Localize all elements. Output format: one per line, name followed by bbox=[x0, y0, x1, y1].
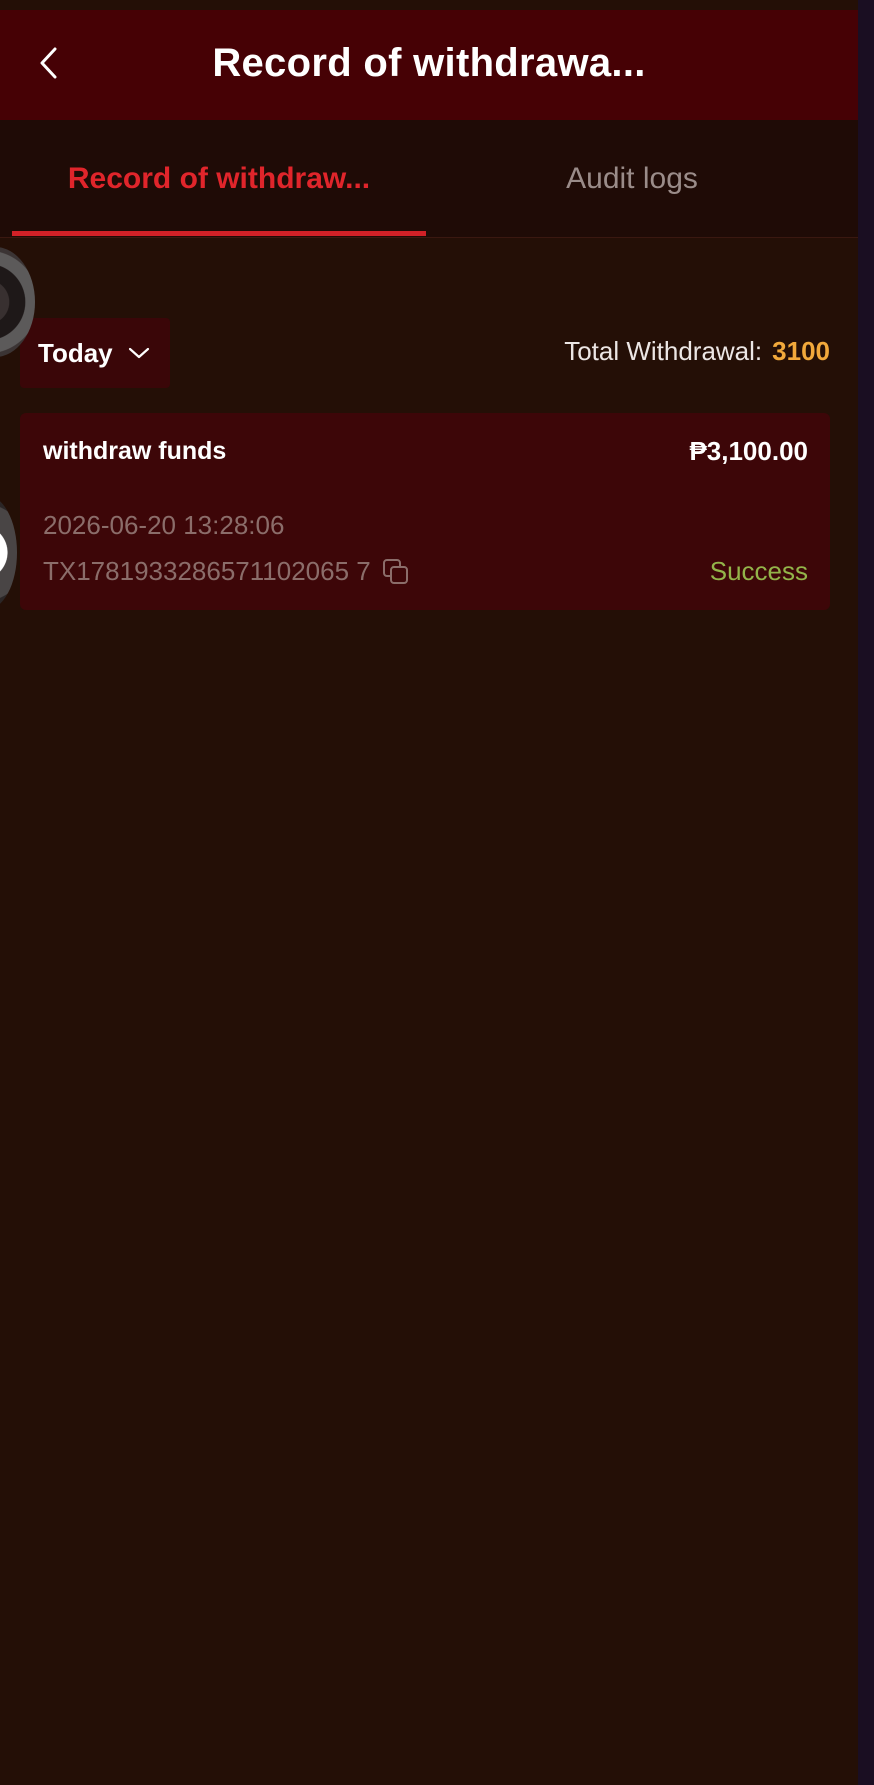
total-withdrawal-value: 3100 bbox=[772, 336, 830, 366]
date-filter-dropdown[interactable]: Today bbox=[20, 318, 170, 388]
date-filter-label: Today bbox=[38, 337, 113, 368]
transaction-id-text: TX1781933286571102065 7 bbox=[43, 556, 371, 586]
floating-action-ball[interactable] bbox=[0, 495, 17, 610]
total-withdrawal: Total Withdrawal: 3100 bbox=[564, 336, 830, 367]
record-status-badge: Success bbox=[709, 556, 808, 586]
tab-bar: Record of withdraw... Audit logs bbox=[0, 120, 858, 238]
screen-edge-strip bbox=[858, 0, 874, 1785]
active-tab-indicator bbox=[12, 231, 426, 236]
copy-icon[interactable] bbox=[381, 557, 411, 587]
withdrawal-record-screen: Record of withdrawa... Record of withdra… bbox=[0, 0, 858, 1785]
chevron-down-icon bbox=[127, 345, 151, 361]
record-title: withdraw funds bbox=[43, 437, 227, 465]
top-bar: Record of withdrawa... bbox=[0, 10, 858, 120]
tab-record-of-withdraw[interactable]: Record of withdraw... bbox=[12, 120, 426, 237]
page-title: Record of withdrawa... bbox=[212, 41, 646, 85]
total-withdrawal-label: Total Withdrawal: bbox=[564, 336, 763, 366]
record-timestamp: 2026-06-20 13:28:06 bbox=[43, 510, 285, 540]
record-amount: ₱3,100.00 bbox=[689, 436, 808, 466]
withdrawal-record-card[interactable]: withdraw funds ₱3,100.00 2026-06-20 13:2… bbox=[20, 413, 830, 610]
tab-audit-logs[interactable]: Audit logs bbox=[430, 120, 834, 237]
record-transaction-id: TX1781933286571102065 7 bbox=[43, 556, 411, 587]
